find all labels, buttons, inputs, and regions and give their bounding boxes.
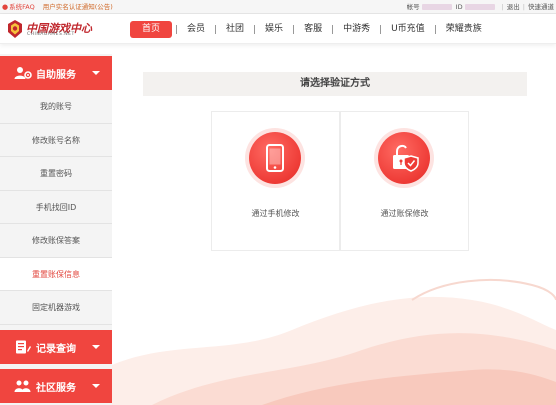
nav-divider [293, 25, 295, 34]
nav-divider [434, 25, 436, 34]
sidebar-item-reset-password[interactable]: 重置密码 [0, 157, 112, 191]
sidebar: 自助服务 我的账号 修改账号名称 重置密码 手机找回ID 修改账保答案 重置账保… [0, 54, 112, 405]
sidebar-category-label: 自助服务 [36, 69, 76, 81]
quick-channel-link[interactable]: 快速通道 [528, 3, 554, 11]
option-label: 通过账保修改 [380, 209, 429, 218]
phone-icon [266, 144, 284, 172]
sidebar-category-label: 社区服务 [36, 382, 76, 394]
option-icon-circle [378, 132, 430, 184]
decorative-mountain-background [112, 279, 556, 405]
masked-account [421, 4, 452, 10]
sidebar-item-my-account[interactable]: 我的账号 [0, 90, 112, 124]
nav-home[interactable]: 首页 [130, 21, 173, 38]
chevron-down-icon [92, 345, 100, 349]
nav-recharge[interactable]: U币充值 [385, 21, 431, 38]
sidebar-item-phone-recover-id[interactable]: 手机找回ID [0, 190, 112, 224]
sidebar-item-fixed-machine-game[interactable]: 固定机器游戏 [0, 291, 112, 325]
page-root: ●系统FAQ 用户实名认证通知(公告) 帐号 ID | 退出 | 快速通道 中国游戏中心 C… [0, 0, 556, 405]
sidebar-category-community[interactable]: 社区服务 [0, 369, 112, 403]
nav-entertainment[interactable]: 娱乐 [259, 21, 289, 38]
page-title: 请选择验证方式 [143, 72, 527, 96]
nav-nobility[interactable]: 荣耀贵族 [440, 21, 488, 38]
nav-club[interactable]: 社团 [220, 21, 250, 38]
notice-link[interactable]: 用户实名认证通知(公告) [43, 3, 113, 11]
nav-divider [215, 25, 217, 34]
nav-divider [332, 25, 334, 34]
option-card-phone[interactable]: 通过手机修改 [211, 111, 340, 251]
masked-id [464, 4, 495, 10]
divider: | [522, 3, 525, 11]
top-left-links: ●系统FAQ 用户实名认证通知(公告) [2, 0, 113, 14]
chevron-down-icon [92, 384, 100, 388]
sidebar-item-reset-security-info[interactable]: 重置账保信息 [0, 257, 112, 291]
logout-link[interactable]: 退出 [507, 3, 520, 11]
top-info-bar: ●系统FAQ 用户实名认证通知(公告) 帐号 ID | 退出 | 快速通道 [0, 0, 556, 14]
sidebar-category-self-service[interactable]: 自助服务 [0, 56, 112, 90]
community-icon [14, 380, 31, 392]
site-logo[interactable]: 中国游戏中心 CHINAGAMES.NET [6, 19, 126, 41]
sidebar-item-rename-account[interactable]: 修改账号名称 [0, 123, 112, 157]
sidebar-category-label: 记录查询 [36, 343, 76, 355]
site-header: 中国游戏中心 CHINAGAMES.NET 首页 会员 社团 娱乐 客服 中游秀… [0, 14, 556, 44]
nav-support[interactable]: 客服 [298, 21, 328, 38]
main-nav: 首页 会员 社团 娱乐 客服 中游秀 U币充值 荣耀贵族 [130, 21, 488, 38]
faq-icon: ● [2, 3, 9, 11]
faq-link[interactable]: 系统FAQ [9, 3, 35, 11]
divider: | [501, 3, 504, 11]
user-gear-icon [14, 67, 32, 79]
nav-divider [254, 25, 256, 34]
chevron-down-icon [92, 71, 100, 75]
option-label: 通过手机修改 [251, 209, 300, 218]
lock-shield-icon [393, 144, 419, 172]
id-label: ID [455, 3, 463, 11]
sidebar-item-change-security-answer[interactable]: 修改账保答案 [0, 224, 112, 258]
option-icon-circle [249, 132, 301, 184]
record-icon [16, 340, 31, 354]
nav-zhongyouxiu[interactable]: 中游秀 [337, 21, 376, 38]
nav-member[interactable]: 会员 [181, 21, 211, 38]
account-label: 帐号 [406, 3, 420, 11]
logo-mark-icon [8, 20, 22, 38]
nav-divider [176, 25, 178, 34]
top-right-account: 帐号 ID | 退出 | 快速通道 [407, 0, 554, 14]
sidebar-category-records[interactable]: 记录查询 [0, 330, 112, 364]
brand-sub: CHINAGAMES.NET [27, 32, 75, 37]
nav-divider [380, 25, 382, 34]
option-card-security[interactable]: 通过账保修改 [340, 111, 469, 251]
